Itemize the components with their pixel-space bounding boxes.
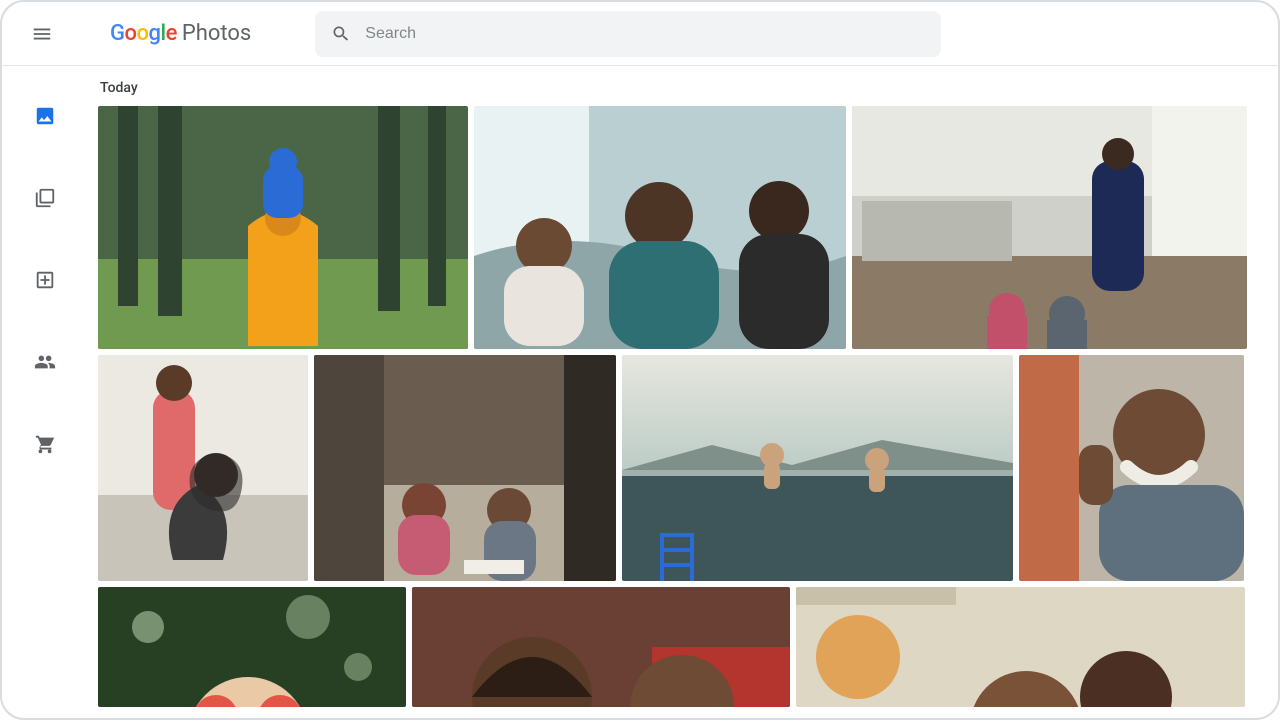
sidebar-item-albums[interactable] — [25, 178, 65, 218]
search-icon — [331, 24, 351, 44]
app-frame: Google Photos Today — [0, 0, 1280, 720]
search-input[interactable] — [365, 25, 925, 43]
product-name: Photos — [182, 21, 251, 46]
sidebar-item-photos[interactable] — [25, 96, 65, 136]
photo-thumbnail[interactable] — [98, 587, 406, 707]
sidebar-item-sharing[interactable] — [25, 342, 65, 382]
google-wordmark: Google — [110, 21, 177, 46]
albums-icon — [34, 187, 56, 209]
date-section-header: Today — [100, 80, 1268, 96]
upload-icon — [34, 269, 56, 291]
grid-row — [98, 355, 1268, 581]
photo-grid — [98, 106, 1268, 707]
photo-thumbnail[interactable] — [622, 355, 1013, 581]
sidebar-item-upload[interactable] — [25, 260, 65, 300]
hamburger-icon — [31, 23, 53, 45]
left-sidebar — [2, 66, 88, 718]
sidebar-item-print-store[interactable] — [25, 424, 65, 464]
image-icon — [34, 105, 56, 127]
main-menu-button[interactable] — [18, 10, 66, 58]
photo-thumbnail[interactable] — [796, 587, 1245, 707]
photo-thumbnail[interactable] — [98, 106, 468, 349]
search-bar[interactable] — [315, 11, 941, 57]
photo-thumbnail[interactable] — [412, 587, 790, 707]
photo-thumbnail[interactable] — [98, 355, 308, 581]
grid-row — [98, 587, 1268, 707]
photo-thumbnail[interactable] — [1019, 355, 1244, 581]
top-bar: Google Photos — [2, 2, 1278, 66]
photo-thumbnail[interactable] — [852, 106, 1247, 349]
grid-row — [98, 106, 1268, 349]
photo-thumbnail[interactable] — [474, 106, 846, 349]
people-icon — [34, 351, 56, 373]
photo-feed: Today — [88, 66, 1278, 718]
cart-icon — [34, 433, 56, 455]
photo-thumbnail[interactable] — [314, 355, 616, 581]
app-logo[interactable]: Google Photos — [110, 21, 251, 46]
